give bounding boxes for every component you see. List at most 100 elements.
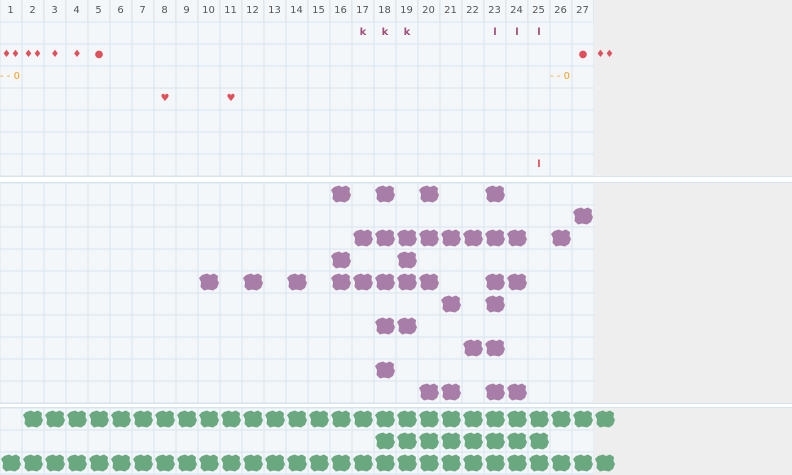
green-block[interactable] <box>507 432 527 450</box>
green-block[interactable] <box>287 454 307 472</box>
green-block[interactable] <box>67 454 87 472</box>
column-header-27[interactable]: 27 <box>572 0 594 22</box>
cell-marker[interactable]: k <box>396 22 418 44</box>
green-block[interactable] <box>265 454 285 472</box>
purple-block[interactable] <box>573 207 593 225</box>
cell-marker[interactable]: ♦♦ <box>0 44 22 66</box>
column-header-21[interactable]: 21 <box>440 0 462 22</box>
green-block[interactable] <box>45 410 65 428</box>
cell-marker[interactable]: l <box>528 22 550 44</box>
green-block[interactable] <box>221 410 241 428</box>
column-header-12[interactable]: 12 <box>242 0 264 22</box>
purple-block[interactable] <box>485 185 505 203</box>
purple-block[interactable] <box>441 295 461 313</box>
column-header-17[interactable]: 17 <box>352 0 374 22</box>
green-block[interactable] <box>177 454 197 472</box>
column-header-18[interactable]: 18 <box>374 0 396 22</box>
green-block[interactable] <box>441 454 461 472</box>
cell-marker[interactable]: ♦ <box>66 44 88 66</box>
column-header-5[interactable]: 5 <box>88 0 110 22</box>
column-header-11[interactable]: 11 <box>220 0 242 22</box>
column-header-8[interactable]: 8 <box>154 0 176 22</box>
purple-block[interactable] <box>331 273 351 291</box>
cell-marker[interactable]: l <box>506 22 528 44</box>
green-block[interactable] <box>397 454 417 472</box>
purple-block[interactable] <box>507 273 527 291</box>
purple-block[interactable] <box>419 383 439 401</box>
green-block[interactable] <box>243 410 263 428</box>
purple-block[interactable] <box>485 273 505 291</box>
purple-block[interactable] <box>419 229 439 247</box>
green-block[interactable] <box>485 454 505 472</box>
purple-block[interactable] <box>397 229 417 247</box>
cell-marker[interactable]: ● <box>88 44 110 66</box>
purple-block[interactable] <box>353 273 373 291</box>
purple-block[interactable] <box>419 273 439 291</box>
green-block[interactable] <box>419 454 439 472</box>
green-block[interactable] <box>243 454 263 472</box>
cell-marker[interactable]: ♥ <box>220 88 242 110</box>
green-block[interactable] <box>23 454 43 472</box>
column-header-3[interactable]: 3 <box>44 0 66 22</box>
green-block[interactable] <box>419 410 439 428</box>
green-block[interactable] <box>89 410 109 428</box>
purple-block[interactable] <box>397 251 417 269</box>
green-block[interactable] <box>155 410 175 428</box>
green-block[interactable] <box>551 410 571 428</box>
green-block[interactable] <box>331 454 351 472</box>
green-block[interactable] <box>551 454 571 472</box>
cell-marker[interactable]: k <box>352 22 374 44</box>
green-block[interactable] <box>441 432 461 450</box>
column-header-25[interactable]: 25 <box>528 0 550 22</box>
cell-marker[interactable]: - - 0 <box>0 66 30 88</box>
green-block[interactable] <box>221 454 241 472</box>
green-block[interactable] <box>397 432 417 450</box>
green-block[interactable] <box>485 432 505 450</box>
purple-block[interactable] <box>441 383 461 401</box>
green-block[interactable] <box>529 410 549 428</box>
column-header-13[interactable]: 13 <box>264 0 286 22</box>
green-block[interactable] <box>111 410 131 428</box>
purple-block[interactable] <box>243 273 263 291</box>
column-header-4[interactable]: 4 <box>66 0 88 22</box>
green-block[interactable] <box>133 454 153 472</box>
purple-block[interactable] <box>375 273 395 291</box>
green-block[interactable] <box>375 410 395 428</box>
purple-block[interactable] <box>485 339 505 357</box>
green-block[interactable] <box>45 454 65 472</box>
column-header-23[interactable]: 23 <box>484 0 506 22</box>
green-block[interactable] <box>309 410 329 428</box>
green-block[interactable] <box>133 410 153 428</box>
column-header-16[interactable]: 16 <box>330 0 352 22</box>
green-block[interactable] <box>573 454 593 472</box>
cell-marker[interactable]: ● <box>572 44 594 66</box>
green-block[interactable] <box>595 410 615 428</box>
purple-block[interactable] <box>485 383 505 401</box>
purple-block[interactable] <box>375 229 395 247</box>
purple-block[interactable] <box>507 229 527 247</box>
green-block[interactable] <box>177 410 197 428</box>
green-block[interactable] <box>155 454 175 472</box>
green-block[interactable] <box>309 454 329 472</box>
green-block[interactable] <box>419 432 439 450</box>
purple-block[interactable] <box>199 273 219 291</box>
green-block[interactable] <box>265 410 285 428</box>
purple-block[interactable] <box>463 339 483 357</box>
purple-block[interactable] <box>375 361 395 379</box>
purple-block[interactable] <box>331 251 351 269</box>
purple-block[interactable] <box>441 229 461 247</box>
cell-marker[interactable]: ♥ <box>154 88 176 110</box>
green-block[interactable] <box>463 432 483 450</box>
column-header-22[interactable]: 22 <box>462 0 484 22</box>
purple-block[interactable] <box>551 229 571 247</box>
green-block[interactable] <box>375 432 395 450</box>
cell-marker[interactable]: ♦♦ <box>22 44 44 66</box>
column-header-6[interactable]: 6 <box>110 0 132 22</box>
green-block[interactable] <box>111 454 131 472</box>
green-block[interactable] <box>463 410 483 428</box>
column-header-10[interactable]: 10 <box>198 0 220 22</box>
green-block[interactable] <box>507 454 527 472</box>
column-header-14[interactable]: 14 <box>286 0 308 22</box>
cell-marker[interactable]: - - 0 <box>550 66 580 88</box>
column-header-7[interactable]: 7 <box>132 0 154 22</box>
